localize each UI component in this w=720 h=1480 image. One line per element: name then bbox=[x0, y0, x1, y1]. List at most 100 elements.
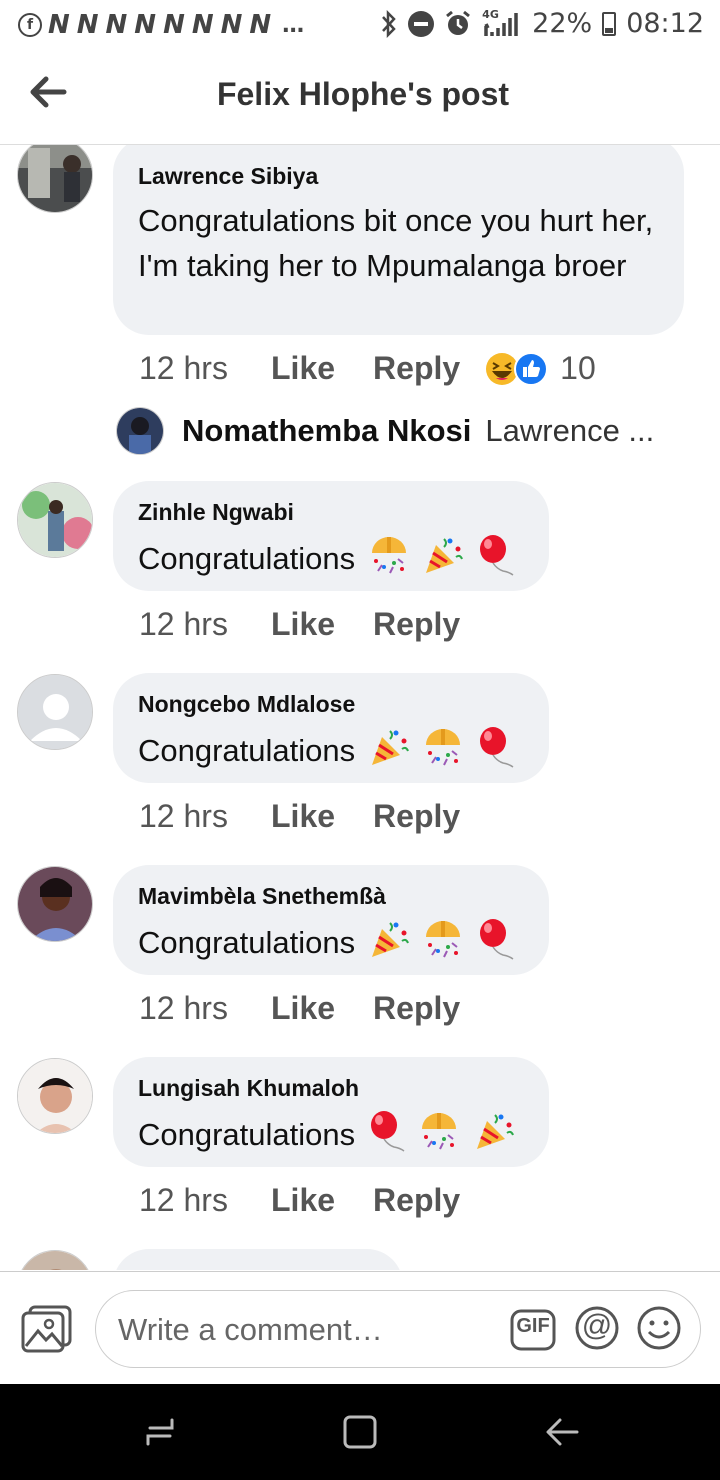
like-button[interactable]: Like bbox=[271, 798, 335, 835]
gif-label: GIF bbox=[516, 1315, 550, 1337]
avatar[interactable] bbox=[17, 145, 93, 213]
like-button[interactable]: Like bbox=[271, 990, 335, 1027]
battery-icon bbox=[602, 11, 617, 36]
notification-glyph: N bbox=[249, 10, 273, 40]
battery-percent: 22% bbox=[532, 8, 593, 39]
comment-input[interactable] bbox=[116, 1291, 500, 1369]
comment-bubble[interactable]: Lawrence Sibiya Congratulations bit once… bbox=[113, 145, 684, 335]
system-nav-bar bbox=[0, 1384, 720, 1480]
balloon-icon bbox=[477, 918, 515, 972]
facebook-notification-icon: f bbox=[18, 13, 42, 37]
avatar[interactable] bbox=[17, 1058, 93, 1134]
comment-bubble[interactable] bbox=[113, 1249, 403, 1270]
notification-glyph: N bbox=[220, 10, 244, 40]
balloon-icon bbox=[477, 534, 515, 588]
party-popper-icon bbox=[368, 919, 410, 971]
balloon-icon bbox=[368, 1110, 406, 1164]
reply-button[interactable]: Reply bbox=[373, 350, 460, 387]
comment-author[interactable]: Nongcebo Mdlalose bbox=[138, 691, 523, 718]
reply-author[interactable]: Nomathemba Nkosi bbox=[182, 413, 471, 449]
reactions-summary[interactable]: 10 bbox=[484, 350, 596, 387]
like-button[interactable]: Like bbox=[271, 1182, 335, 1219]
comment-author[interactable]: Zinhle Ngwabi bbox=[138, 499, 523, 526]
like-reaction-icon bbox=[514, 351, 549, 386]
reply-button[interactable]: Reply bbox=[373, 798, 460, 835]
notification-icons: f N N N N N N N N … bbox=[18, 10, 304, 40]
system-back-button[interactable] bbox=[544, 1414, 580, 1455]
alarm-icon bbox=[444, 10, 472, 38]
do-not-disturb-icon bbox=[408, 10, 435, 37]
reply-avatar[interactable] bbox=[116, 407, 164, 455]
network-type-label: 4G bbox=[482, 7, 499, 21]
confetti-ball-icon bbox=[368, 535, 410, 587]
emoji-button[interactable] bbox=[636, 1305, 682, 1356]
comment-text-body: Congratulations bbox=[138, 925, 356, 961]
reply-snippet: Lawrence ... bbox=[485, 413, 655, 448]
comment-text-body: Congratulations bbox=[138, 733, 356, 769]
home-icon bbox=[343, 1415, 377, 1449]
party-popper-icon bbox=[368, 727, 410, 779]
mention-button[interactable]: @ bbox=[574, 1305, 620, 1356]
reaction-count: 10 bbox=[560, 350, 596, 386]
recent-apps-button[interactable] bbox=[142, 1414, 178, 1455]
comment-text-body: Congratulations bbox=[138, 541, 356, 577]
status-bar: f N N N N N N N N … 4G 22% 08:12 bbox=[0, 0, 720, 50]
party-popper-icon bbox=[422, 535, 464, 587]
comment-author[interactable]: Lungisah Khumaloh bbox=[138, 1075, 523, 1102]
comment-text: Congratulations bbox=[138, 918, 523, 972]
comment-actions: 12 hrs Like Reply bbox=[139, 606, 498, 643]
page-title: Felix Hlophe's post bbox=[216, 76, 510, 112]
comment-bubble[interactable]: Nongcebo Mdlalose Congratulations bbox=[113, 673, 549, 783]
app-header: Felix Hlophe's post bbox=[0, 50, 720, 145]
avatar[interactable] bbox=[17, 866, 93, 942]
comment-time: 12 hrs bbox=[139, 990, 228, 1026]
avatar[interactable] bbox=[17, 674, 93, 750]
home-button[interactable] bbox=[342, 1414, 378, 1455]
comment-text: Congratulations bbox=[138, 1110, 523, 1164]
photo-icon bbox=[21, 1305, 72, 1353]
confetti-ball-icon bbox=[422, 727, 464, 779]
emoji-smile-icon bbox=[637, 1306, 681, 1350]
comment-time: 12 hrs bbox=[139, 350, 228, 386]
comment-text: Congratulations bbox=[138, 726, 523, 780]
more-notifications: … bbox=[282, 12, 305, 38]
comment-bubble[interactable]: Zinhle Ngwabi Congratulations bbox=[113, 481, 549, 591]
gif-button[interactable]: GIF bbox=[510, 1309, 556, 1356]
comment-time: 12 hrs bbox=[139, 798, 228, 834]
comment-author[interactable]: Mavimbèla Snethemßà bbox=[138, 883, 523, 910]
comment-text-body: Congratulations bbox=[138, 1117, 356, 1153]
notification-glyph: N bbox=[163, 10, 186, 40]
comment-time: 12 hrs bbox=[139, 1182, 228, 1218]
like-button[interactable]: Like bbox=[271, 350, 335, 387]
comment-author[interactable]: Lawrence Sibiya bbox=[138, 163, 658, 190]
comment-actions: 12 hrs Like Reply bbox=[139, 990, 498, 1027]
signal-icon: 4G bbox=[482, 7, 522, 38]
comment-time: 12 hrs bbox=[139, 606, 228, 642]
default-avatar-icon bbox=[18, 675, 92, 749]
comment-actions: 12 hrs Like Reply bbox=[139, 798, 498, 835]
comment-bubble[interactable]: Mavimbèla Snethemßà Congratulations bbox=[113, 865, 549, 975]
comment-actions: 12 hrs Like Reply bbox=[139, 1182, 498, 1219]
reply-button[interactable]: Reply bbox=[373, 990, 460, 1027]
comment-actions: 12 hrs Like Reply 10 bbox=[139, 350, 596, 387]
comments-list[interactable]: Lawrence Sibiya Congratulations bit once… bbox=[0, 145, 720, 1270]
clock: 08:12 bbox=[626, 8, 704, 39]
reply-button[interactable]: Reply bbox=[373, 606, 460, 643]
avatar[interactable] bbox=[17, 482, 93, 558]
recent-apps-icon bbox=[146, 1418, 174, 1446]
notification-glyph: N bbox=[134, 10, 158, 40]
party-popper-icon bbox=[473, 1111, 515, 1163]
comment-box[interactable]: GIF @ bbox=[95, 1290, 701, 1369]
comment-bubble[interactable]: Lungisah Khumaloh Congratulations bbox=[113, 1057, 549, 1167]
back-icon bbox=[546, 1418, 579, 1446]
mention-label: @ bbox=[581, 1309, 613, 1342]
bluetooth-icon bbox=[380, 9, 398, 38]
notification-glyph: N bbox=[191, 10, 215, 40]
photo-button[interactable] bbox=[20, 1304, 74, 1354]
avatar[interactable] bbox=[17, 1250, 93, 1270]
like-button[interactable]: Like bbox=[271, 606, 335, 643]
reply-preview[interactable]: Nomathemba Nkosi Lawrence ... bbox=[116, 407, 654, 455]
comment-composer: GIF @ bbox=[0, 1271, 720, 1385]
notification-glyph: N bbox=[105, 10, 129, 40]
reply-button[interactable]: Reply bbox=[373, 1182, 460, 1219]
